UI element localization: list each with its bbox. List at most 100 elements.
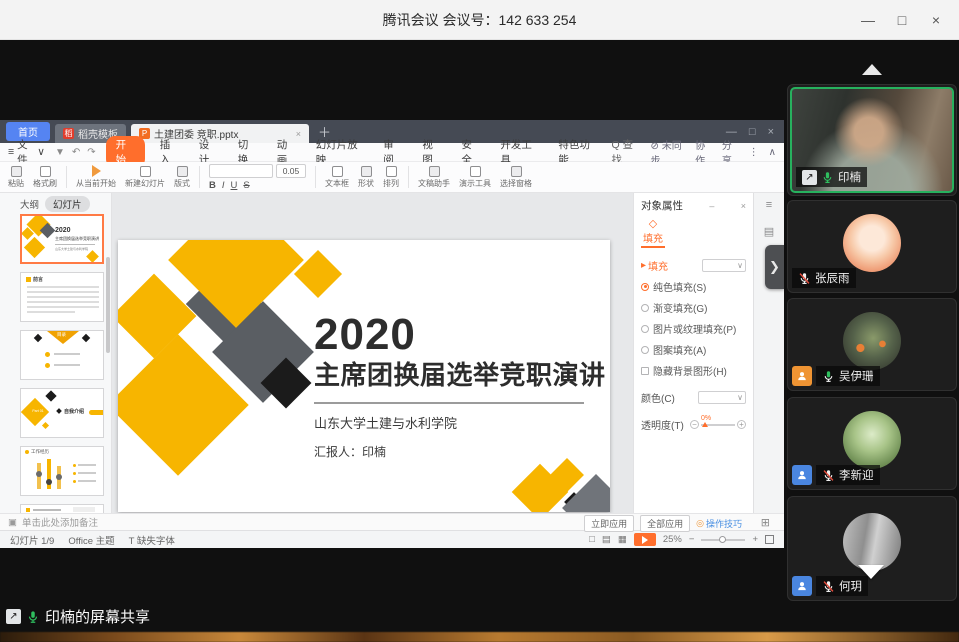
zoom-slider[interactable] [701, 539, 745, 541]
strip-icon-2[interactable]: ▤ [764, 225, 774, 238]
thumbnail-1[interactable]: 1 2020 主席团换届选举竞职演讲 山东大学土建与水利学院 [20, 214, 104, 264]
font-size-input[interactable]: 0.05 [276, 164, 306, 178]
shapes-button[interactable]: 形状 [358, 166, 374, 189]
option-pattern-fill[interactable]: 图案填充(A) [641, 342, 746, 357]
close-button[interactable]: × [919, 12, 953, 28]
save-icon[interactable]: ▼ [55, 147, 65, 158]
color-dropdown[interactable]: ∨ [698, 391, 746, 404]
reading-view-icon[interactable]: ▦ [618, 534, 627, 545]
apply-row: 立即应用 全部应用 ◎操作技巧 [584, 515, 742, 532]
fill-tab[interactable]: ◇ 填充 [641, 217, 665, 248]
wps-minimize-icon[interactable]: — [726, 126, 737, 138]
normal-view-icon[interactable]: □ [589, 534, 595, 545]
minimize-button[interactable]: — [851, 12, 885, 28]
layout-button[interactable]: 版式 [174, 166, 190, 189]
props-pin-icon[interactable]: – [703, 201, 714, 211]
plus-circle-icon[interactable]: + [737, 420, 746, 429]
undo-icon[interactable]: ↶ [72, 147, 80, 158]
minus-circle-icon[interactable]: − [690, 420, 699, 429]
redo-icon[interactable]: ↷ [87, 147, 95, 158]
scroll-up-button[interactable] [862, 64, 882, 75]
participant-name: 张辰雨 [815, 270, 850, 286]
selection-pane-button[interactable]: 选择窗格 [500, 166, 532, 189]
thumbnail-scrollbar[interactable] [106, 257, 110, 353]
option-solid-fill[interactable]: 纯色填充(S) [641, 279, 746, 294]
shared-wps-window: 首页 稻 稻壳模板 P 土建团委 竞职.pptx × ＋ — □ × [0, 120, 784, 548]
sharing-icon: ↗ [802, 170, 817, 185]
slideshow-play-button[interactable] [634, 533, 656, 546]
fit-slide-icon[interactable] [765, 535, 774, 544]
slide-canvas[interactable]: 2020 主席团换届选举竞职演讲 山东大学土建与水利学院 汇报人：印楠 [112, 193, 633, 513]
sorter-view-icon[interactable]: ▤ [602, 534, 611, 545]
tencent-meeting-window: 腾讯会议 会议号：142 633 254 — □ × 首页 稻 稻壳模板 P 土… [0, 0, 959, 642]
note-icon: ▣ [8, 517, 17, 528]
wps-statusbar: 幻灯片 1/9 Office 主题 T 缺失字体 □ ▤ ▦ 25% − + [0, 530, 784, 548]
bold-button[interactable]: B [209, 180, 216, 191]
participant-tile-yinnan[interactable]: ↗ 印楠 [787, 84, 957, 196]
props-strip-icon[interactable]: ≡ [766, 199, 772, 211]
apply-button[interactable]: 立即应用 [584, 515, 634, 532]
notes-bar[interactable]: ▣ 单击此处添加备注 立即应用 全部应用 ◎操作技巧 ⊞ [0, 513, 784, 530]
doc-assistant-button[interactable]: 文稿助手 [418, 166, 450, 189]
thumbnail-3[interactable]: 3 目录 [20, 330, 104, 380]
slide-year: 2020 [314, 312, 606, 358]
textbox-button[interactable]: 文本框 [325, 166, 349, 189]
theme-name[interactable]: Office 主题 [68, 533, 114, 547]
italic-button[interactable]: I [222, 180, 225, 191]
option-gradient-fill[interactable]: 渐变填充(G) [641, 300, 746, 315]
present-tools-button[interactable]: 演示工具 [459, 166, 491, 189]
hamburger-icon: ≡ [8, 146, 14, 158]
slides-tab[interactable]: 幻灯片 [45, 196, 90, 212]
thumbnail-6[interactable]: 6 [20, 504, 104, 513]
arrange-button[interactable]: 排列 [383, 166, 399, 189]
member-badge [792, 465, 812, 485]
transparency-slider[interactable]: − 0% + [690, 420, 746, 429]
maximize-button[interactable]: □ [885, 12, 919, 28]
host-badge [792, 366, 812, 386]
participant-tile-lixinying[interactable]: 李新迎 [787, 397, 957, 490]
grid-icon[interactable]: ⊞ [761, 516, 770, 529]
play-from-current-button[interactable]: 从当前开始 [76, 165, 116, 189]
outline-tab[interactable]: 大纲 [20, 197, 39, 211]
strikethrough-button[interactable]: S [243, 180, 249, 191]
wps-close-icon[interactable]: × [768, 126, 774, 138]
thumbnail-4[interactable]: 4 Part 01 自我介绍 [20, 388, 104, 438]
new-slide-button[interactable]: 新建幻灯片 [125, 166, 165, 189]
participant-tile-wuyishan[interactable]: 吴伊珊 [787, 298, 957, 391]
scroll-down-button[interactable] [858, 565, 884, 579]
zoom-in-icon[interactable]: + [752, 534, 758, 545]
next-slide-arrow[interactable]: ❯ [765, 245, 784, 289]
zoom-level[interactable]: 25% [663, 534, 682, 545]
share-screen-icon: ↗ [6, 609, 21, 624]
more-icon[interactable]: ⋮ [749, 147, 759, 158]
checkbox-icon [641, 367, 649, 375]
thumbnail-5[interactable]: 5 工作经历 [20, 446, 104, 496]
participant-tile-zhangchenyu[interactable]: 张辰雨 [787, 200, 957, 293]
mic-muted-icon [798, 272, 811, 285]
quick-access-icons[interactable]: ▼ ↶ ↷ [55, 147, 96, 158]
option-picture-fill[interactable]: 图片或纹理填充(P) [641, 321, 746, 336]
avatar [843, 513, 901, 571]
slide-editor[interactable]: 2020 主席团换届选举竞职演讲 山东大学土建与水利学院 汇报人：印楠 [118, 240, 610, 512]
participant-tile-heyue[interactable]: 何玥 [787, 496, 957, 601]
fill-type-dropdown[interactable]: ∨ [702, 259, 746, 272]
font-name-input[interactable] [209, 164, 273, 178]
format-painter-button[interactable]: 格式刷 [33, 166, 57, 189]
slide-title-block[interactable]: 2020 主席团换届选举竞职演讲 山东大学土建与水利学院 汇报人：印楠 [314, 312, 606, 460]
notes-placeholder: 单击此处添加备注 [22, 515, 98, 529]
wps-maximize-icon[interactable]: □ [749, 126, 756, 138]
underline-button[interactable]: U [231, 180, 238, 191]
tips-link[interactable]: ◎操作技巧 [696, 517, 742, 530]
apply-all-button[interactable]: 全部应用 [640, 515, 690, 532]
zoom-slider-handle[interactable] [719, 536, 726, 543]
slider-handle[interactable] [702, 422, 708, 427]
thumbnail-2[interactable]: 2 前言 [20, 272, 104, 322]
zoom-out-icon[interactable]: − [689, 534, 695, 545]
paste-button[interactable]: 粘贴 [8, 166, 24, 189]
option-hide-background[interactable]: 隐藏背景图形(H) [641, 363, 746, 378]
props-close-icon[interactable]: × [735, 201, 746, 211]
missing-font-warning[interactable]: T 缺失字体 [129, 533, 175, 547]
collapse-ribbon-icon[interactable]: ∧ [769, 147, 776, 158]
mic-muted-icon [822, 469, 835, 482]
transparency-label: 透明度(T) [641, 417, 684, 432]
